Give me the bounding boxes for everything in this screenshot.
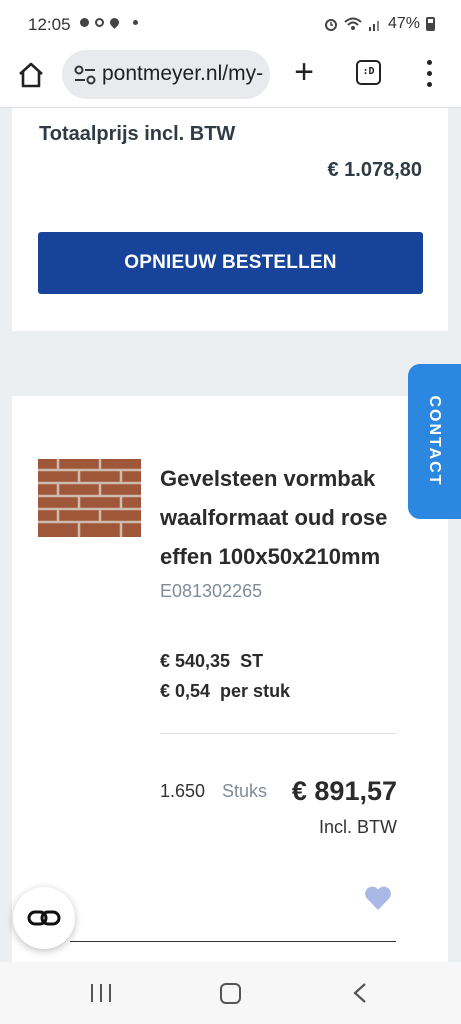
notification-dot-icon xyxy=(80,18,89,27)
browser-toolbar: pontmeyer.nl/my- + :D xyxy=(0,48,461,108)
tab-switcher-button[interactable]: :D xyxy=(356,60,381,85)
recent-apps-icon[interactable] xyxy=(91,984,113,1002)
product-image[interactable] xyxy=(38,459,141,537)
quantity-value: 1.650 xyxy=(160,781,206,801)
reorder-button[interactable]: OPNIEUW BESTELLEN xyxy=(38,232,423,294)
order-summary-card: Totaalprijs incl. BTW € 1.078,80 OPNIEUW… xyxy=(12,108,448,331)
status-time: 12:05 xyxy=(28,15,71,34)
more-menu-icon[interactable] xyxy=(422,60,436,88)
divider xyxy=(160,733,396,734)
price-per-piece: € 0,54 per stuk xyxy=(160,681,291,701)
status-right: 47% xyxy=(324,15,435,33)
battery-icon xyxy=(426,17,435,31)
signal-icon xyxy=(368,21,379,31)
favorite-heart-icon[interactable] xyxy=(364,885,392,911)
total-price-label: Totaalprijs incl. BTW xyxy=(39,123,236,145)
total-price-value: € 1.078,80 xyxy=(327,159,422,181)
order-line-card: Gevelsteen vormbak waalformaat oud rose … xyxy=(12,396,448,962)
incl-btw-label: Incl. BTW xyxy=(318,817,397,837)
location-icon xyxy=(108,16,121,29)
site-settings-icon[interactable] xyxy=(74,65,96,85)
status-bar: 12:05 47% xyxy=(0,0,461,50)
address-bar[interactable]: pontmeyer.nl/my- xyxy=(62,50,270,99)
unit-price: € 540,35 ST xyxy=(160,651,264,671)
link-icon xyxy=(27,910,61,926)
contact-tab[interactable]: CONTACT xyxy=(408,364,461,519)
divider-bottom xyxy=(70,941,396,942)
sync-icon xyxy=(95,18,104,27)
back-icon[interactable] xyxy=(352,982,368,1004)
product-name[interactable]: Gevelsteen vormbak waalformaat oud rose … xyxy=(160,459,415,576)
status-notification-icons xyxy=(80,16,138,29)
wifi-icon xyxy=(344,17,362,30)
quantity-unit: Stuks xyxy=(222,781,268,801)
home-icon[interactable] xyxy=(16,60,46,90)
product-code: E081302265 xyxy=(160,581,263,601)
new-tab-button[interactable]: + xyxy=(290,55,318,89)
line-total: € 891,57 xyxy=(291,776,397,806)
battery-percentage: 47% xyxy=(387,15,420,32)
contact-tab-label: CONTACT xyxy=(426,395,443,487)
home-nav-icon[interactable] xyxy=(220,983,241,1004)
url-text[interactable]: pontmeyer.nl/my- xyxy=(102,62,263,86)
alarm-icon xyxy=(324,19,337,31)
system-nav-bar xyxy=(0,962,461,1024)
more-notifications-icon xyxy=(133,20,138,25)
floating-compare-button[interactable] xyxy=(13,887,75,949)
